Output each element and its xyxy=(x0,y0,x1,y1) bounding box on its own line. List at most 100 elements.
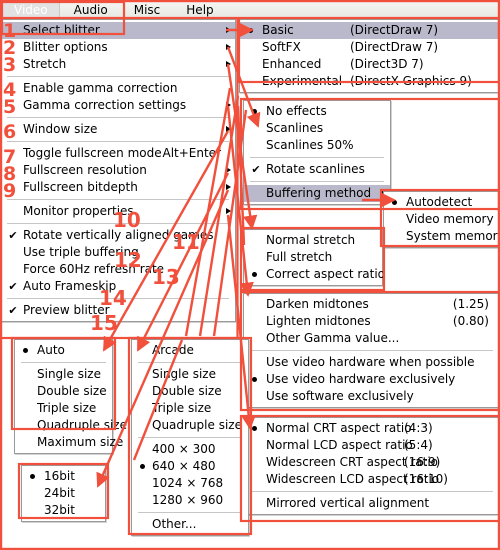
menu-item-arcade-double-size[interactable]: Double size xyxy=(132,383,248,400)
autodetect-label: Autodetect xyxy=(406,195,473,209)
bitdepth-16-label: 16bit xyxy=(44,469,75,483)
menu-item-buffering-method[interactable]: Buffering method xyxy=(244,185,390,202)
menu-item-arcade[interactable]: Arcade xyxy=(132,342,248,359)
menu-item-gamma-correction-settings[interactable]: Gamma correction settings xyxy=(1,97,235,114)
menu-item-widescreen-crt-aspect-ratio[interactable]: Widescreen CRT aspect ratio (16:9) xyxy=(244,454,499,471)
menu-item-bitdepth-16[interactable]: 16bit xyxy=(22,468,105,485)
submenu-arrow-icon xyxy=(226,184,231,190)
menu-item-stretch[interactable]: Stretch xyxy=(1,56,235,73)
normal-crt-aspect-ratio-value: (4:3) xyxy=(404,421,433,435)
menu-item-arcade-quadruple-size[interactable]: Quadruple size xyxy=(132,417,248,434)
menu-item-no-effects[interactable]: No effects xyxy=(244,103,390,120)
menu-separator xyxy=(138,362,242,363)
menubar-item-video[interactable]: Video xyxy=(2,0,60,19)
menu-item-normal-stretch[interactable]: Normal stretch xyxy=(244,232,382,249)
normal-crt-aspect-ratio-label: Normal CRT aspect ratio xyxy=(266,421,412,435)
submenu-arrow-icon xyxy=(226,208,231,214)
menu-item-correct-aspect-ratio[interactable]: Correct aspect ratio xyxy=(244,266,386,283)
menu-item-blitter-basic[interactable]: Basic (DirectDraw 7) xyxy=(240,22,499,39)
menu-item-mirrored-vertical-alignment[interactable]: Mirrored vertical alignment xyxy=(244,495,499,512)
video-memory-label: Video memory xyxy=(406,212,494,226)
menu-item-res-1280x960[interactable]: 1280 × 960 xyxy=(132,492,248,509)
menu-item-window-triple-size[interactable]: Triple size xyxy=(15,400,112,417)
stretch-label: Stretch xyxy=(23,57,67,71)
menu-item-normal-crt-aspect-ratio[interactable]: Normal CRT aspect ratio (4:3) xyxy=(244,420,499,437)
menu-item-normal-lcd-aspect-ratio[interactable]: Normal LCD aspect ratio (5:4) xyxy=(244,437,499,454)
menu-item-enable-gamma-correction[interactable]: Enable gamma correction xyxy=(1,80,235,97)
blitter-experimental-value: (DirectX Graphics 9) xyxy=(350,74,472,88)
menu-item-blitter-options[interactable]: Blitter options xyxy=(1,39,235,56)
menu-separator xyxy=(21,362,106,363)
arcade-label: Arcade xyxy=(152,343,194,357)
blitter-softfx-label: SoftFX xyxy=(262,40,301,54)
no-effects-label: No effects xyxy=(266,104,327,118)
menu-item-arcade-triple-size[interactable]: Triple size xyxy=(132,400,248,417)
window-single-size-label: Single size xyxy=(37,367,101,381)
menu-item-res-400x300[interactable]: 400 × 300 xyxy=(132,441,248,458)
menu-item-bitdepth-24[interactable]: 24bit xyxy=(22,485,105,502)
arcade-triple-size-label: Triple size xyxy=(152,401,212,415)
menu-item-full-stretch[interactable]: Full stretch xyxy=(244,249,382,266)
menu-item-blitter-softfx[interactable]: SoftFX (DirectDraw 7) xyxy=(240,39,499,56)
menu-item-use-video-hardware-exclusively[interactable]: Use video hardware exclusively xyxy=(244,371,499,388)
buffering-method-label: Buffering method xyxy=(266,186,372,200)
window-size-label: Window size xyxy=(23,122,98,136)
menubar-item-help[interactable]: Help xyxy=(174,1,225,19)
checkmark-icon: ✔ xyxy=(251,163,261,176)
menubar-item-misc[interactable]: Misc xyxy=(122,1,173,19)
gamma-correction-submenu: Darken midtones (1.25) Lighten midtones … xyxy=(243,293,500,408)
menu-item-res-1024x768[interactable]: 1024 × 768 xyxy=(132,475,248,492)
window-size-auto-label: Auto xyxy=(37,343,65,357)
select-blitter-submenu: Basic (DirectDraw 7) SoftFX (DirectDraw … xyxy=(239,19,500,93)
annotation-number-6: 6 xyxy=(3,121,17,143)
menu-item-video-memory[interactable]: Video memory xyxy=(384,211,499,228)
menu-item-use-software-exclusively[interactable]: Use software exclusively xyxy=(244,388,499,405)
menu-item-bitdepth-32[interactable]: 32bit xyxy=(22,502,105,519)
menu-separator xyxy=(7,117,229,118)
menu-item-res-other[interactable]: Other... xyxy=(132,516,248,533)
menu-item-window-double-size[interactable]: Double size xyxy=(15,383,112,400)
system-memory-label: System memory xyxy=(406,229,500,243)
menu-item-select-blitter[interactable]: Select blitter xyxy=(1,22,235,39)
menu-item-arcade-single-size[interactable]: Single size xyxy=(132,366,248,383)
menu-item-other-gamma-value[interactable]: Other Gamma value... xyxy=(244,330,499,347)
menu-item-lighten-midtones[interactable]: Lighten midtones (0.80) xyxy=(244,313,499,330)
menu-item-window-size-auto[interactable]: Auto xyxy=(15,342,112,359)
res-other-label: Other... xyxy=(152,517,197,531)
menu-item-window-quadruple-size[interactable]: Quadruple size xyxy=(15,417,127,434)
menu-item-rotate-scanlines[interactable]: ✔ Rotate scanlines xyxy=(244,161,390,178)
menu-item-system-memory[interactable]: System memory xyxy=(384,228,500,245)
correct-aspect-ratio-label: Correct aspect ratio xyxy=(266,267,386,281)
menu-item-toggle-fullscreen-mode[interactable]: Toggle fullscreen mode Alt+Enter xyxy=(1,145,235,162)
menubar-item-audio[interactable]: Audio xyxy=(62,1,120,19)
menu-item-scanlines[interactable]: Scanlines xyxy=(244,120,390,137)
menu-item-scanlines-50[interactable]: Scanlines 50% xyxy=(244,137,390,154)
scanlines-label: Scanlines xyxy=(266,121,324,135)
full-stretch-label: Full stretch xyxy=(266,250,333,264)
menu-item-use-video-hardware-when-possible[interactable]: Use video hardware when possible xyxy=(244,354,499,371)
menu-separator xyxy=(250,157,384,158)
fullscreen-bitdepth-label: Fullscreen bitdepth xyxy=(23,180,138,194)
blitter-options-label: Blitter options xyxy=(23,40,108,54)
menu-item-widescreen-lcd-aspect-ratio[interactable]: Widescreen LCD aspect ratio (16:10) xyxy=(244,471,499,488)
menu-item-res-640x480[interactable]: 640 × 480 xyxy=(132,458,248,475)
menu-item-darken-midtones[interactable]: Darken midtones (1.25) xyxy=(244,296,499,313)
menu-separator xyxy=(250,181,384,182)
widescreen-lcd-aspect-ratio-value: (16:10) xyxy=(404,472,448,486)
menu-item-window-size[interactable]: Window size xyxy=(1,121,235,138)
blitter-basic-value: (DirectDraw 7) xyxy=(350,23,439,37)
toggle-fullscreen-accelerator: Alt+Enter xyxy=(162,146,221,160)
menu-item-blitter-enhanced[interactable]: Enhanced (Direct3D 7) xyxy=(240,56,499,73)
res-640x480-label: 640 × 480 xyxy=(152,459,216,473)
normal-stretch-label: Normal stretch xyxy=(266,233,356,247)
menu-item-blitter-experimental[interactable]: Experimental (DirectX Graphics 9) xyxy=(240,73,499,90)
menu-item-window-single-size[interactable]: Single size xyxy=(15,366,112,383)
menu-item-fullscreen-bitdepth[interactable]: Fullscreen bitdepth xyxy=(1,179,235,196)
menu-item-window-maximum-size[interactable]: Maximum size xyxy=(15,434,123,451)
window-size-submenu: Auto Single size Double size Triple size… xyxy=(14,339,127,454)
radio-bullet-icon xyxy=(252,377,257,382)
menu-item-autodetect[interactable]: Autodetect xyxy=(384,194,499,211)
annotation-number-3: 3 xyxy=(3,54,17,76)
fullscreen-bitdepth-submenu: 16bit 24bit 32bit xyxy=(21,465,106,522)
menu-item-fullscreen-resolution[interactable]: Fullscreen resolution xyxy=(1,162,235,179)
